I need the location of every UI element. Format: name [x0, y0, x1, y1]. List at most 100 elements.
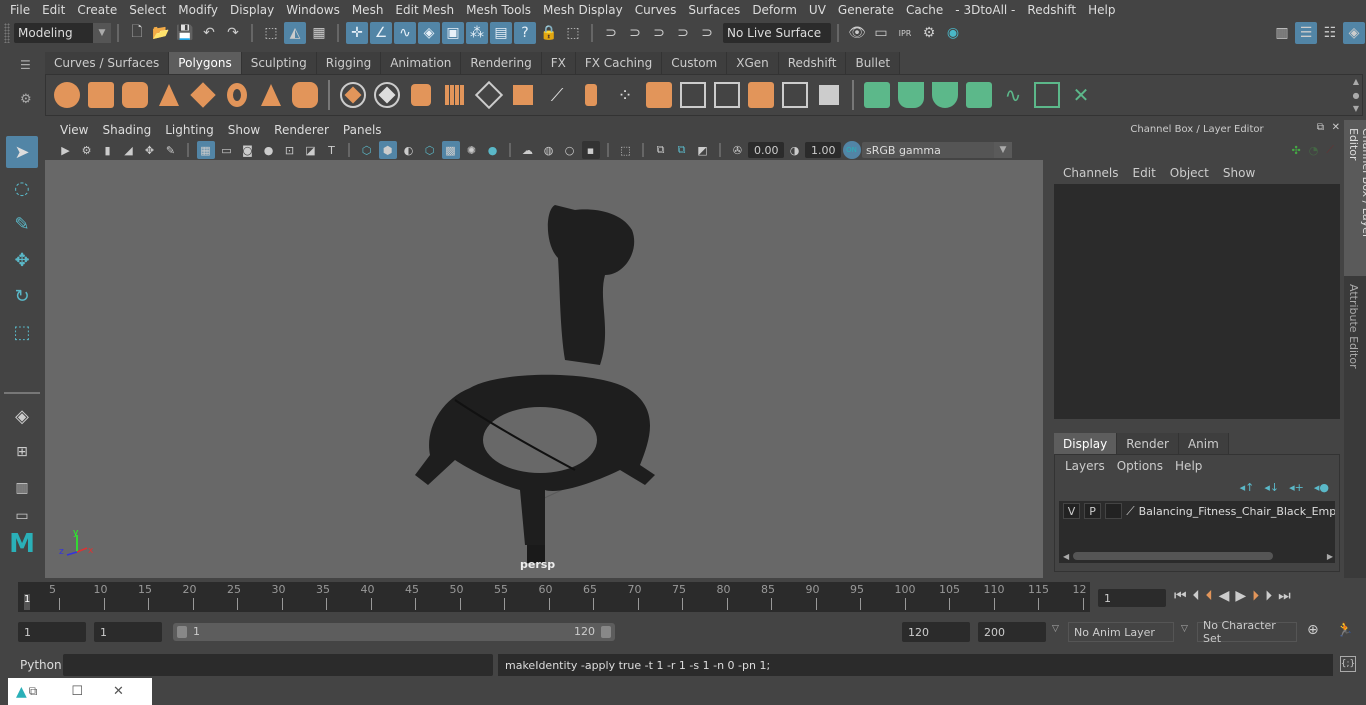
magnet-point-icon[interactable]: ⊃: [648, 22, 670, 44]
hypershade-icon[interactable]: ◉: [942, 22, 964, 44]
layer-menu-help[interactable]: Help: [1169, 459, 1208, 473]
shelf-tab-redshift[interactable]: Redshift: [778, 52, 847, 74]
chair-model[interactable]: [45, 160, 1043, 578]
gate-mask-icon[interactable]: ●: [260, 141, 278, 159]
tool-settings-icon[interactable]: ☷: [1319, 22, 1341, 44]
rotate-tool-icon[interactable]: ↻: [6, 280, 38, 312]
shelf-tab-bullet[interactable]: Bullet: [846, 52, 901, 74]
perspective-viewport[interactable]: persp y x z: [45, 160, 1043, 578]
shelf-tab-rendering[interactable]: Rendering: [461, 52, 542, 74]
xray-icon[interactable]: ⬡: [421, 141, 439, 159]
open-scene-icon[interactable]: 📂: [150, 22, 172, 44]
script-language-label[interactable]: Python: [20, 658, 62, 672]
smooth-icon[interactable]: [442, 82, 468, 108]
viewport-menu-panels[interactable]: Panels: [336, 123, 389, 137]
xray-joints-icon[interactable]: ⧉: [652, 141, 670, 159]
textured-icon[interactable]: ▩: [441, 141, 460, 159]
image-plane-icon[interactable]: ◢: [120, 141, 138, 159]
select-tool-icon[interactable]: ➤: [6, 136, 38, 168]
step-forward-frame-icon[interactable]: ⏵: [1265, 588, 1272, 604]
multi-cut-icon[interactable]: [714, 82, 740, 108]
play-forwards-icon[interactable]: ▶: [1235, 588, 1246, 604]
single-perspective-layout-icon[interactable]: ◈: [6, 400, 38, 432]
float-panel-icon[interactable]: ⧉: [1317, 122, 1324, 133]
use-all-lights-icon[interactable]: ✺: [463, 141, 481, 159]
shelf-menu-icon[interactable]: ☰: [20, 58, 34, 72]
target-weld-icon[interactable]: [748, 82, 774, 108]
attribute-editor-toggle-icon[interactable]: ☰: [1295, 22, 1317, 44]
motion-blur-icon[interactable]: ◍: [540, 141, 558, 159]
snap-point-icon[interactable]: ∿: [394, 22, 416, 44]
menu-create[interactable]: Create: [71, 3, 123, 17]
field-chart-icon[interactable]: ⊡: [281, 141, 299, 159]
poly-cylinder-icon[interactable]: [122, 82, 148, 108]
render-settings-icon[interactable]: ⚙: [918, 22, 940, 44]
mode-selector[interactable]: Modeling ▼: [14, 23, 111, 43]
planar-uv-icon[interactable]: [864, 82, 890, 108]
shelf-tab-polygons[interactable]: Polygons: [169, 52, 242, 74]
layer-menu-options[interactable]: Options: [1111, 459, 1169, 473]
poly-plane-icon[interactable]: [190, 82, 216, 108]
help-icon[interactable]: ?: [514, 22, 536, 44]
paint-select-tool-icon[interactable]: ✎: [6, 208, 38, 240]
modeling-toolkit-icon[interactable]: ▥: [1271, 22, 1293, 44]
wireframe-icon[interactable]: ⬡: [358, 141, 376, 159]
menu-mesh-display[interactable]: Mesh Display: [537, 3, 629, 17]
layer-color-swatch[interactable]: ⟋: [1126, 504, 1134, 519]
menu-generate[interactable]: Generate: [832, 3, 900, 17]
smooth-shade-icon[interactable]: ⬢: [378, 141, 397, 159]
scroll-right-icon[interactable]: ▶: [1327, 552, 1333, 561]
layer-display-type-toggle[interactable]: [1105, 503, 1123, 519]
shadows-icon[interactable]: ●: [484, 141, 502, 159]
layer-tab-display[interactable]: Display: [1054, 433, 1118, 455]
menu-curves[interactable]: Curves: [629, 3, 683, 17]
menu-mesh-tools[interactable]: Mesh Tools: [460, 3, 537, 17]
quad-draw-icon[interactable]: [782, 82, 808, 108]
shelf-tab-rigging[interactable]: Rigging: [316, 52, 382, 74]
mirror-icon[interactable]: [408, 82, 434, 108]
poly-cone-icon[interactable]: [156, 82, 182, 108]
range-slider[interactable]: 1 120: [173, 623, 615, 641]
layer-name[interactable]: Balancing_Fitness_Chair_Black_Empty: [1139, 505, 1335, 518]
anim-layer-dropdown[interactable]: No Anim Layer: [1068, 622, 1174, 642]
viewport-menu-lighting[interactable]: Lighting: [158, 123, 221, 137]
menu-surfaces[interactable]: Surfaces: [682, 3, 746, 17]
range-start-handle[interactable]: [177, 626, 187, 638]
four-view-layout-icon[interactable]: ⊞: [6, 436, 38, 468]
layer-row[interactable]: V P ⟋ Balancing_Fitness_Chair_Black_Empt…: [1059, 501, 1335, 521]
channel-menu-show[interactable]: Show: [1216, 166, 1262, 180]
exposure-field[interactable]: 0.00: [748, 142, 784, 158]
snap-view-plane-icon[interactable]: ◈: [418, 22, 440, 44]
outliner-persp-layout-icon[interactable]: ▥: [6, 472, 38, 504]
menu-windows[interactable]: Windows: [280, 3, 346, 17]
select-lock-icon[interactable]: ⬚: [562, 22, 584, 44]
anim-layer-dropdown-icon[interactable]: ▽: [1052, 624, 1059, 634]
safe-title-icon[interactable]: T: [323, 141, 341, 159]
automatic-uv-icon[interactable]: [966, 82, 992, 108]
scrollbar-thumb[interactable]: [1073, 552, 1274, 560]
layer-tab-anim[interactable]: Anim: [1178, 433, 1229, 455]
channel-menu-edit[interactable]: Edit: [1126, 166, 1163, 180]
anti-aliasing-icon[interactable]: ○: [561, 141, 579, 159]
spherical-uv-icon[interactable]: [932, 82, 958, 108]
bridge-icon[interactable]: ⟋: [544, 82, 570, 108]
gamma-field[interactable]: 1.00: [805, 142, 841, 158]
lock-icon[interactable]: 🔒: [538, 22, 560, 44]
select-hierarchy-icon[interactable]: ⬚: [260, 22, 282, 44]
menu-redshift[interactable]: Redshift: [1021, 3, 1082, 17]
resolution-gate-icon[interactable]: ◙: [239, 141, 257, 159]
layer-playback-toggle[interactable]: P: [1084, 503, 1102, 519]
viewport-menu-show[interactable]: Show: [221, 123, 267, 137]
side-tab-attribute-editor[interactable]: Attribute Editor: [1344, 276, 1363, 377]
auto-key-icon[interactable]: ⊕: [1307, 622, 1319, 638]
new-layer-selected-icon[interactable]: ◂●: [1314, 481, 1329, 494]
merge-icon[interactable]: ⁘: [612, 82, 638, 108]
channel-menu-object[interactable]: Object: [1163, 166, 1216, 180]
wireframe-on-shaded-icon[interactable]: ◐: [400, 141, 418, 159]
new-layer-icon[interactable]: ◂+: [1289, 481, 1304, 494]
combine-icon[interactable]: [340, 82, 366, 108]
shelf-scroll[interactable]: ▲ ● ▼: [1350, 77, 1362, 113]
poly-cube-icon[interactable]: [88, 82, 114, 108]
shelf-tab-sculpting[interactable]: Sculpting: [241, 52, 317, 74]
layer-horizontal-scrollbar[interactable]: ◀ ▶: [1063, 551, 1333, 561]
